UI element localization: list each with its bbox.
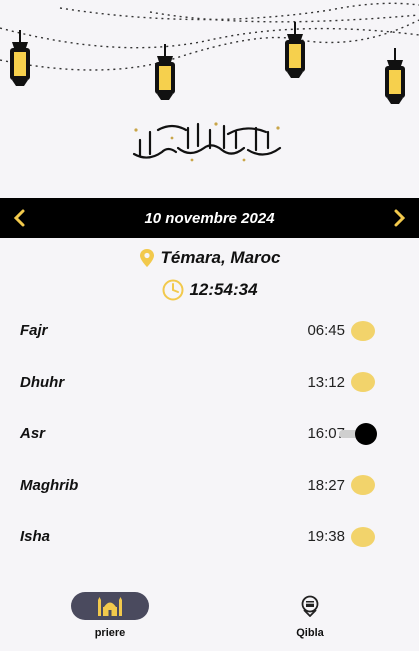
kaaba-icon [301, 595, 319, 617]
lantern-icon [285, 22, 305, 78]
clock-row: 12:54:34 [0, 279, 419, 301]
location-row: Témara, Maroc [0, 248, 419, 268]
notification-toggle-dhuhr[interactable] [347, 372, 375, 393]
prayer-times-list: Fajr 06:45 Dhuhr 13:12 Asr 16:07 Maghrib… [0, 305, 419, 563]
current-date: 10 novembre 2024 [144, 209, 275, 227]
next-day-button[interactable] [379, 198, 419, 238]
nav-tab-qibla[interactable]: Qibla [250, 586, 370, 646]
notification-toggle-asr[interactable] [339, 422, 377, 445]
prayer-row-dhuhr: Dhuhr 13:12 [0, 357, 419, 409]
prayer-name: Isha [20, 528, 51, 546]
location-pin-icon [139, 249, 154, 267]
nav-tab-priere[interactable]: priere [50, 586, 170, 646]
prayer-name: Fajr [20, 322, 48, 340]
bottom-navigation: priere Qibla [0, 586, 419, 651]
basmala-calligraphy [132, 122, 282, 162]
nav-label: Qibla [296, 627, 324, 639]
nav-icon-wrapper [271, 592, 349, 620]
lantern-icon [385, 48, 405, 104]
prayer-name: Dhuhr [20, 373, 65, 391]
notification-toggle-isha[interactable] [347, 526, 375, 547]
clock-icon [162, 279, 184, 301]
prayer-name: Maghrib [20, 476, 79, 494]
mosque-icon [98, 597, 122, 616]
prayer-time: 19:38 [307, 528, 345, 546]
lantern-icon [155, 44, 175, 100]
chevron-left-icon [13, 209, 25, 227]
current-time: 12:54:34 [189, 280, 258, 299]
active-tab-indicator [71, 592, 149, 620]
prayer-row-isha: Isha 19:38 [0, 511, 419, 563]
prayer-row-maghrib: Maghrib 18:27 [0, 460, 419, 512]
prayer-time: 18:27 [307, 476, 345, 494]
prayer-row-asr: Asr 16:07 [0, 408, 419, 460]
notification-toggle-maghrib[interactable] [347, 475, 375, 496]
date-navigation-bar: 10 novembre 2024 [0, 198, 419, 238]
prayer-name: Asr [20, 425, 46, 443]
location-label: Témara, Maroc [160, 248, 281, 267]
lantern-icon [10, 30, 30, 86]
nav-label: priere [94, 627, 126, 639]
notification-toggle-fajr[interactable] [347, 320, 375, 341]
lantern-decoration [0, 2, 419, 104]
previous-day-button[interactable] [0, 198, 40, 238]
prayer-row-fajr: Fajr 06:45 [0, 305, 419, 357]
prayer-time: 06:45 [307, 322, 345, 340]
chevron-right-icon [394, 209, 406, 227]
prayer-time: 13:12 [307, 373, 345, 391]
